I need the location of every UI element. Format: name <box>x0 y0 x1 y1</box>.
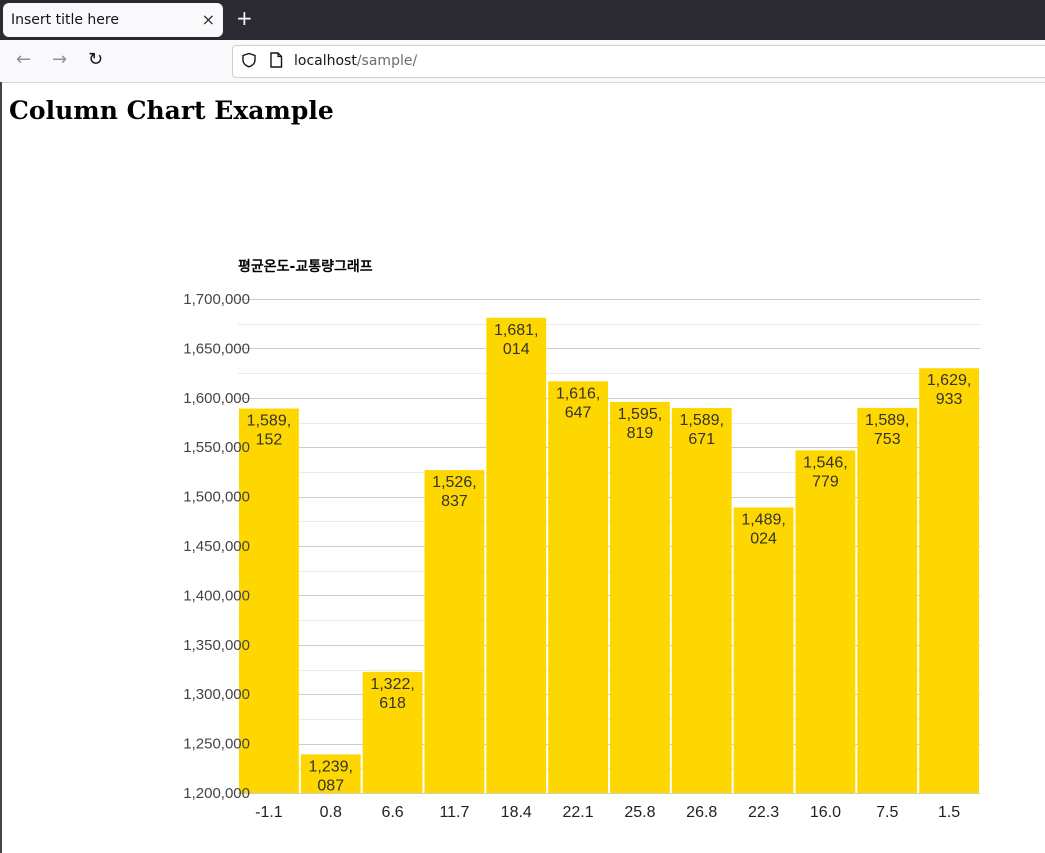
bar <box>795 450 856 793</box>
data-label: 014 <box>503 341 530 358</box>
data-label: 1,589, <box>247 413 291 430</box>
y-tick-label: 1,500,000 <box>183 489 250 506</box>
data-label: 024 <box>750 530 777 547</box>
data-label: 671 <box>688 431 715 448</box>
x-tick-label: 0.8 <box>320 804 342 821</box>
data-label: 1,629, <box>927 372 971 389</box>
data-label: 1,681, <box>494 322 538 339</box>
x-tick-label: 16.0 <box>810 804 841 821</box>
x-tick-label: 22.3 <box>748 804 779 821</box>
y-tick-label: 1,350,000 <box>183 637 250 654</box>
data-label: 152 <box>256 432 283 449</box>
data-label: 1,595, <box>618 406 662 423</box>
bar <box>733 507 794 793</box>
bar <box>857 407 918 793</box>
y-tick-label: 1,550,000 <box>183 439 250 456</box>
data-label: 1,616, <box>556 385 600 402</box>
bar <box>486 317 547 793</box>
x-tick-label: 11.7 <box>439 804 469 821</box>
y-tick-label: 1,250,000 <box>183 736 250 753</box>
y-tick-label: 1,200,000 <box>183 785 250 802</box>
data-label: 779 <box>812 473 839 490</box>
bar <box>610 401 670 793</box>
y-tick-label: 1,300,000 <box>183 686 250 703</box>
x-tick-label: 6.6 <box>381 804 403 821</box>
y-tick-label: 1,600,000 <box>183 390 250 407</box>
column-chart: 평균온도-교통량그래프 1,200,000 1,250,000 1,300,000 1… <box>183 258 980 821</box>
data-label: 753 <box>874 431 901 448</box>
y-tick-label: 1,700,000 <box>183 291 250 308</box>
y-tick-label: 1,400,000 <box>183 587 250 604</box>
data-label: 819 <box>627 425 654 442</box>
data-label: 837 <box>441 493 468 510</box>
data-label: 618 <box>379 695 406 712</box>
y-tick-label: 1,450,000 <box>183 538 250 555</box>
y-tick-label: 1,650,000 <box>183 340 250 357</box>
data-label: 647 <box>565 404 592 421</box>
x-tick-label: 7.5 <box>876 804 898 821</box>
data-label: 1,546, <box>803 454 847 471</box>
x-tick-label: -1.1 <box>255 804 283 821</box>
x-tick-label: 18.4 <box>501 804 532 821</box>
bar <box>919 368 979 793</box>
data-label: 1,239, <box>309 758 353 775</box>
bars <box>239 317 979 793</box>
data-label: 1,589, <box>680 412 724 429</box>
data-label: 1,526, <box>432 474 476 491</box>
chart-title: 평균온도-교통량그래프 <box>238 258 373 275</box>
data-label: 1,489, <box>741 511 785 528</box>
bar <box>548 381 608 793</box>
bar <box>424 470 485 793</box>
data-label: 087 <box>317 777 344 794</box>
data-label: 1,589, <box>865 412 909 429</box>
x-tick-label: 26.8 <box>686 804 717 821</box>
x-axis-ticks: -1.1 0.8 6.6 11.7 18.4 22.1 25.8 26.8 22.3 16.0 7.… <box>255 804 960 821</box>
x-tick-label: 22.1 <box>563 804 594 821</box>
data-label: 933 <box>936 391 963 408</box>
data-label: 1,322, <box>370 676 414 693</box>
x-tick-label: 25.8 <box>624 804 655 821</box>
x-tick-label: 1.5 <box>938 804 960 821</box>
bar <box>671 408 732 793</box>
